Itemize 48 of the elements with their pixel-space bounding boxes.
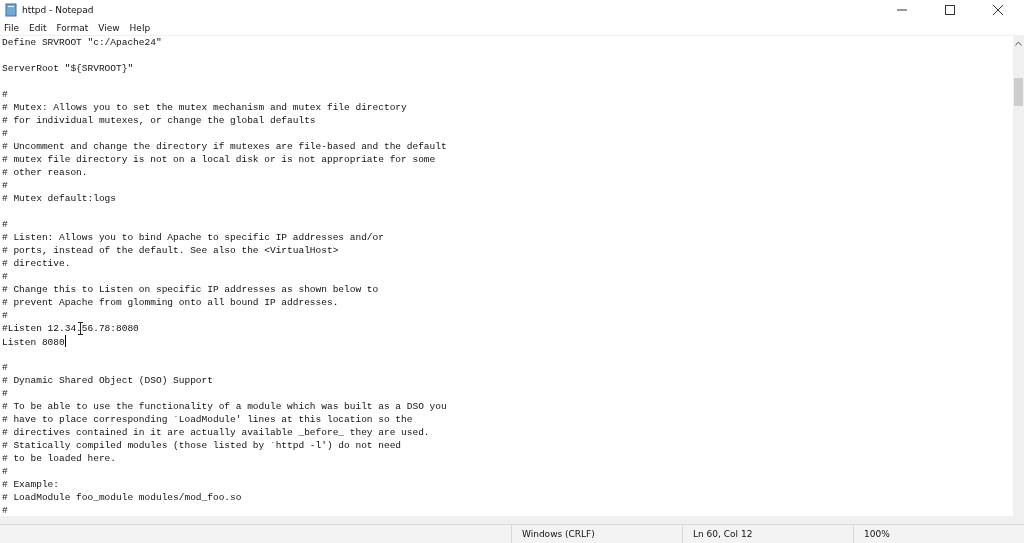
code-line: Define SRVROOT "c:/Apache24" — [2, 37, 162, 48]
code-line: # — [2, 219, 8, 230]
horizontal-scrollbar[interactable] — [0, 516, 1024, 524]
code-line: # Mutex default:logs — [2, 193, 117, 204]
menu-item[interactable]: View — [98, 22, 120, 33]
code-line: # for individual mutexes, or change the global defaults — [2, 115, 316, 126]
zoom-status: 100% — [864, 529, 890, 539]
code-line: # Listen: Allows you to bind Apache to specific IP addresses and/or — [2, 232, 384, 243]
code-line: # — [2, 128, 8, 139]
code-line: # — [2, 505, 8, 516]
notepad-icon — [4, 3, 18, 17]
close-icon[interactable] — [993, 5, 1003, 15]
code-line: # — [2, 180, 8, 191]
menu-item[interactable]: Help — [129, 22, 151, 33]
code-line: # Statically compiled modules (those listed by `httpd -l') do not need — [2, 440, 402, 451]
code-line: # Uncomment and change the directory if mutexes are file-based and the default — [2, 141, 447, 152]
code-line: # — [2, 271, 8, 282]
cursor-position-status: Ln 60, Col 12 — [693, 529, 753, 539]
code-line: # directives contained in it are actually available _before_ they are used. — [2, 427, 430, 438]
code-line: # directive. — [2, 258, 71, 269]
code-line: # — [2, 362, 8, 373]
menu-item[interactable]: Edit — [29, 22, 47, 33]
code-line: # To be able to use the functionality of a module which was built as a DSO you — [2, 401, 447, 412]
vertical-scrollbar[interactable] — [1013, 36, 1024, 516]
code-line: # to be loaded here. — [2, 453, 117, 464]
code-line: # mutex file directory is not on a local disk or is not appropriate for some — [2, 154, 436, 165]
code-line: # Change this to Listen on specific IP addresses as shown below to — [2, 284, 379, 295]
code-line: # — [2, 466, 8, 477]
menu-item[interactable]: Format — [56, 22, 89, 33]
code-line: # — [2, 89, 8, 100]
code-line: # Mutex: Allows you to set the mutex mechanism and mutex file directory — [2, 102, 407, 113]
scroll-up-icon[interactable] — [1015, 41, 1022, 46]
window-title: httpd - Notepad — [22, 5, 94, 15]
menu-item[interactable]: File — [4, 22, 20, 33]
code-line: # — [2, 388, 8, 399]
code-line: # Example: — [2, 479, 59, 490]
line-ending-status: Windows (CRLF) — [522, 529, 595, 539]
code-line: # have to place corresponding `LoadModule' lines at this location so the — [2, 414, 413, 425]
code-line: # ports, instead of the default. See also the <VirtualHost> — [2, 245, 339, 256]
code-line: # other reason. — [2, 167, 88, 178]
scroll-thumb[interactable] — [1014, 78, 1023, 106]
maximize-icon[interactable] — [945, 5, 955, 15]
code-line: # prevent Apache from glomming onto all bound IP addresses. — [2, 297, 339, 308]
code-line: Listen 8080 — [2, 337, 65, 348]
code-line: ServerRoot "${SRVROOT}" — [2, 63, 134, 74]
code-line: # Dynamic Shared Object (DSO) Support — [2, 375, 213, 386]
code-line: # — [2, 310, 8, 321]
code-line: # LoadModule foo_module modules/mod_foo.so — [2, 492, 242, 503]
